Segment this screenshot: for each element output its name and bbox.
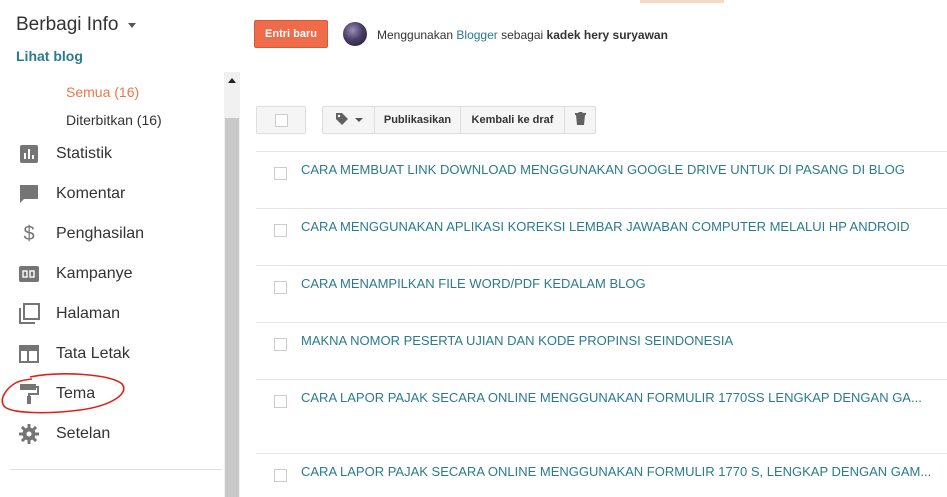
- comment-icon: [18, 183, 40, 205]
- delete-button[interactable]: [565, 107, 595, 133]
- post-checkbox[interactable]: [274, 338, 287, 351]
- post-row[interactable]: CARA LAPOR PAJAK SECARA ONLINE MENGGUNAK…: [256, 453, 947, 497]
- sidebar-item-label: Halaman: [56, 305, 121, 322]
- sidebar-item-earnings[interactable]: $ Penghasilan: [0, 214, 222, 254]
- sidebar-item-stats[interactable]: Statistik: [0, 134, 222, 174]
- tag-icon: [335, 112, 349, 129]
- avatar[interactable]: [343, 22, 367, 46]
- post-checkbox[interactable]: [274, 167, 287, 180]
- post-checkbox[interactable]: [274, 469, 287, 482]
- sidebar-scroll-thumb[interactable]: [225, 118, 239, 497]
- revert-draft-button[interactable]: Kembali ke draf: [461, 107, 565, 133]
- sidebar-item-label: Kampanye: [56, 265, 133, 282]
- scroll-up-arrow-icon[interactable]: [228, 78, 236, 83]
- using-prefix: Menggunakan: [377, 28, 454, 42]
- view-blog-link[interactable]: Lihat blog: [16, 48, 83, 64]
- blogger-dashboard: Berbagi Info Lihat blog Semua (16) Diter…: [0, 0, 947, 497]
- sidebar-item-theme[interactable]: Tema: [0, 374, 222, 414]
- sidebar-item-pages[interactable]: Halaman: [0, 294, 222, 334]
- gear-icon: [18, 423, 40, 445]
- select-all-checkbox[interactable]: [256, 106, 306, 134]
- bar-chart-icon: [18, 143, 40, 165]
- dollar-icon: $: [23, 222, 35, 245]
- actions-group: Publikasikan Kembali ke draf: [322, 106, 596, 134]
- sidebar-item-label: Tata Letak: [56, 345, 130, 362]
- user-info: Menggunakan Blogger sebagai kadek hery s…: [377, 28, 668, 42]
- post-row[interactable]: CARA MENAMPILKAN FILE WORD/PDF KEDALAM B…: [256, 265, 947, 322]
- sidebar-item-settings[interactable]: Setelan: [0, 414, 222, 454]
- post-row[interactable]: CARA MEMBUAT LINK DOWNLOAD MENGGUNAKAN G…: [256, 151, 947, 208]
- pages-icon: [18, 303, 40, 325]
- as-text: sebagai: [501, 28, 544, 42]
- post-checkbox[interactable]: [274, 224, 287, 237]
- sidebar-item-label: Tema: [56, 385, 96, 402]
- blogger-link[interactable]: Blogger: [456, 28, 497, 42]
- sidebar-divider: [10, 469, 222, 470]
- main-content: Entri baru Menggunakan Blogger sebagai k…: [240, 0, 947, 497]
- sidebar-item-label: Komentar: [56, 185, 126, 202]
- sidebar-item-label: Statistik: [56, 145, 113, 162]
- sidebar-item-layout[interactable]: Tata Letak: [0, 334, 222, 374]
- post-title[interactable]: CARA MENAMPILKAN FILE WORD/PDF KEDALAM B…: [301, 276, 941, 291]
- publish-button[interactable]: Publikasikan: [375, 107, 461, 133]
- post-row[interactable]: MAKNA NOMOR PESERTA UJIAN DAN KODE PROPI…: [256, 322, 947, 379]
- post-title[interactable]: CARA LAPOR PAJAK SECARA ONLINE MENGGUNAK…: [301, 464, 941, 479]
- post-checkbox[interactable]: [274, 281, 287, 294]
- layout-icon: [18, 343, 40, 365]
- post-row[interactable]: CARA MENGGUNAKAN APLIKASI KOREKSI LEMBAR…: [256, 208, 947, 265]
- post-title[interactable]: CARA MENGGUNAKAN APLIKASI KOREKSI LEMBAR…: [301, 219, 941, 234]
- trash-icon: [574, 112, 586, 128]
- new-post-button[interactable]: Entri baru: [254, 20, 328, 48]
- paint-roller-icon: [18, 383, 40, 405]
- blog-selector[interactable]: Berbagi Info: [16, 14, 137, 36]
- ad-icon: [18, 263, 40, 285]
- blog-title: Berbagi Info: [16, 14, 119, 35]
- sidebar-item-label: Setelan: [56, 425, 111, 442]
- chevron-down-icon: [128, 22, 137, 28]
- user-name: kadek hery suryawan: [546, 28, 668, 42]
- chevron-down-icon: [354, 118, 363, 122]
- post-title[interactable]: MAKNA NOMOR PESERTA UJIAN DAN KODE PROPI…: [301, 333, 941, 348]
- sidebar-item-comments[interactable]: Komentar: [0, 174, 222, 214]
- posts-filter-all[interactable]: Semua (16): [66, 84, 139, 100]
- post-title[interactable]: CARA LAPOR PAJAK SECARA ONLINE MENGGUNAK…: [301, 390, 941, 405]
- sidebar-item-campaigns[interactable]: Kampanye: [0, 254, 222, 294]
- post-row[interactable]: CARA LAPOR PAJAK SECARA ONLINE MENGGUNAK…: [256, 379, 947, 453]
- posts-toolbar: Publikasikan Kembali ke draf: [256, 106, 596, 134]
- top-accent-bar: [640, 0, 724, 3]
- posts-filter-published[interactable]: Diterbitkan (16): [66, 112, 162, 128]
- sidebar: Berbagi Info Lihat blog Semua (16) Diter…: [0, 0, 240, 497]
- post-checkbox[interactable]: [274, 395, 287, 408]
- post-title[interactable]: CARA MEMBUAT LINK DOWNLOAD MENGGUNAKAN G…: [301, 162, 941, 177]
- label-button[interactable]: [323, 107, 375, 133]
- checkbox: [274, 113, 288, 127]
- sidebar-item-label: Penghasilan: [56, 225, 145, 242]
